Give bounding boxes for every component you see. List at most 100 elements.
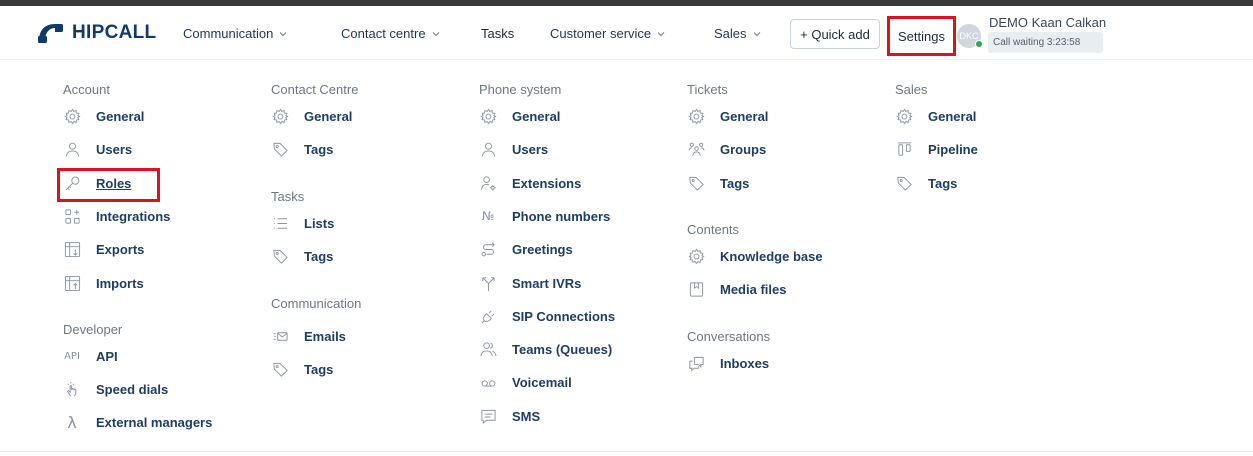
menu-item-contact-centre-tags[interactable]: Tags [271, 140, 333, 158]
menu-item-phone-numbers[interactable]: № Phone numbers [479, 207, 611, 225]
menu-item-label: Pipeline [928, 141, 978, 157]
menu-item-account-general[interactable]: General [63, 107, 144, 125]
menu-item-phone-users[interactable]: Users [479, 140, 548, 158]
menu-item-tickets-tags[interactable]: Tags [687, 174, 749, 192]
table-export-icon [63, 240, 81, 258]
online-status-dot [975, 40, 983, 48]
menu-item-label: Teams (Queues) [512, 341, 613, 357]
user-icon [479, 140, 497, 158]
menu-item-label: Knowledge base [720, 248, 823, 264]
nav-tasks[interactable]: Tasks [481, 26, 514, 41]
menu-item-tickets-groups[interactable]: Groups [687, 140, 766, 158]
menu-item-developer-speed-dials[interactable]: Speed dials [63, 380, 168, 398]
menu-item-phone-general[interactable]: General [479, 107, 560, 125]
list-icon [271, 214, 289, 232]
route-icon [479, 240, 497, 258]
menu-item-label: API [96, 348, 118, 364]
team-icon [479, 340, 497, 358]
menu-item-contents-knowledge-base[interactable]: Knowledge base [687, 247, 823, 265]
message-icon [479, 407, 497, 425]
roles-highlight-box [57, 168, 160, 202]
menu-item-sales-general[interactable]: General [895, 107, 976, 125]
nav-contact-centre[interactable]: Contact centre [341, 26, 440, 41]
user-gear-icon [479, 174, 497, 192]
api-icon: API [64, 350, 80, 362]
numero-icon: № [481, 209, 495, 223]
menu-item-account-imports[interactable]: Imports [63, 274, 144, 292]
menu-item-phone-smart-ivrs[interactable]: Smart IVRs [479, 274, 581, 292]
menu-item-label: Users [96, 141, 133, 157]
tag-icon [687, 174, 705, 192]
tag-icon [271, 247, 289, 265]
menu-item-sales-pipeline[interactable]: Pipeline [895, 140, 978, 158]
gear-icon [63, 107, 81, 125]
menu-item-label: Tags [304, 141, 334, 157]
nav-customer-service[interactable]: Customer service [550, 26, 665, 41]
quick-add-button[interactable]: + Quick add [790, 19, 880, 49]
media-file-icon [687, 280, 705, 298]
menu-item-label: Groups [720, 141, 767, 157]
settings-button[interactable]: Settings [887, 16, 956, 56]
menu-item-label: SIP Connections [512, 308, 616, 324]
menu-item-label: Phone numbers [512, 208, 611, 224]
menu-item-phone-sms[interactable]: SMS [479, 407, 540, 425]
menu-item-label: Tags [304, 248, 334, 264]
gear-icon [479, 107, 497, 125]
menu-item-sales-tags[interactable]: Tags [895, 174, 957, 192]
menu-item-phone-teams-queues[interactable]: Teams (Queues) [479, 340, 612, 358]
nav-communication[interactable]: Communication [183, 26, 287, 41]
menu-item-contact-centre-general[interactable]: General [271, 107, 352, 125]
split-arrow-icon [479, 274, 497, 292]
nav-sales[interactable]: Sales [714, 26, 761, 41]
user-icon [63, 140, 81, 158]
menu-item-phone-voicemail[interactable]: Voicemail [479, 373, 572, 391]
menu-item-communication-tags[interactable]: Tags [271, 360, 333, 378]
menu-item-tasks-lists[interactable]: Lists [271, 214, 334, 232]
menu-item-label: Media files [720, 281, 787, 297]
menu-item-phone-greetings[interactable]: Greetings [479, 240, 573, 258]
menu-item-label: Integrations [96, 208, 171, 224]
menu-item-conversations-inboxes[interactable]: Inboxes [687, 354, 769, 372]
menu-item-developer-api[interactable]: API API [63, 347, 118, 365]
chevron-down-icon [753, 31, 760, 36]
menu-item-label: General [512, 108, 561, 124]
user-name[interactable]: DEMO Kaan Calkan [989, 15, 1106, 30]
menu-item-account-users[interactable]: Users [63, 140, 132, 158]
pipeline-icon [895, 140, 913, 158]
tag-icon [271, 360, 289, 378]
menu-item-developer-external-managers[interactable]: λ External managers [63, 413, 213, 432]
hand-dial-icon [63, 380, 81, 398]
chat-icon [687, 354, 705, 372]
menu-item-label: Tags [720, 175, 750, 191]
plug-icon [479, 307, 497, 325]
phone-logo-icon [38, 24, 63, 43]
menu-item-label: External managers [96, 414, 213, 430]
section-title-contents: Contents [687, 222, 740, 237]
menu-item-contents-media-files[interactable]: Media files [687, 280, 786, 298]
nav-contact-centre-label: Contact centre [341, 26, 426, 41]
gear-icon [271, 107, 289, 125]
nav-customer-service-label: Customer service [550, 26, 652, 41]
section-title-tasks: Tasks [271, 189, 305, 204]
menu-item-label: Users [512, 141, 549, 157]
nav-sales-label: Sales [714, 26, 747, 41]
section-title-contact-centre: Contact Centre [271, 82, 359, 97]
grid-plus-icon [63, 207, 81, 225]
menu-item-label: SMS [512, 408, 541, 424]
settings-menu: Account General Users Roles Integrations… [0, 61, 1253, 456]
gear-icon [895, 107, 913, 125]
menu-item-phone-extensions[interactable]: Extensions [479, 174, 581, 192]
menu-item-phone-sip-connections[interactable]: SIP Connections [479, 307, 615, 325]
hipcall-logo[interactable]: HIPCALL [36, 21, 156, 45]
section-title-developer: Developer [63, 322, 123, 337]
bottom-divider [0, 451, 1253, 452]
section-title-communication: Communication [271, 296, 362, 311]
menu-item-communication-emails[interactable]: Emails [271, 327, 346, 345]
menu-item-tickets-general[interactable]: General [687, 107, 768, 125]
menu-item-label: Smart IVRs [512, 275, 582, 291]
menu-item-account-integrations[interactable]: Integrations [63, 207, 170, 225]
gear-icon [687, 107, 705, 125]
menu-item-label: General [304, 108, 353, 124]
menu-item-tasks-tags[interactable]: Tags [271, 247, 333, 265]
menu-item-account-exports[interactable]: Exports [63, 240, 144, 258]
